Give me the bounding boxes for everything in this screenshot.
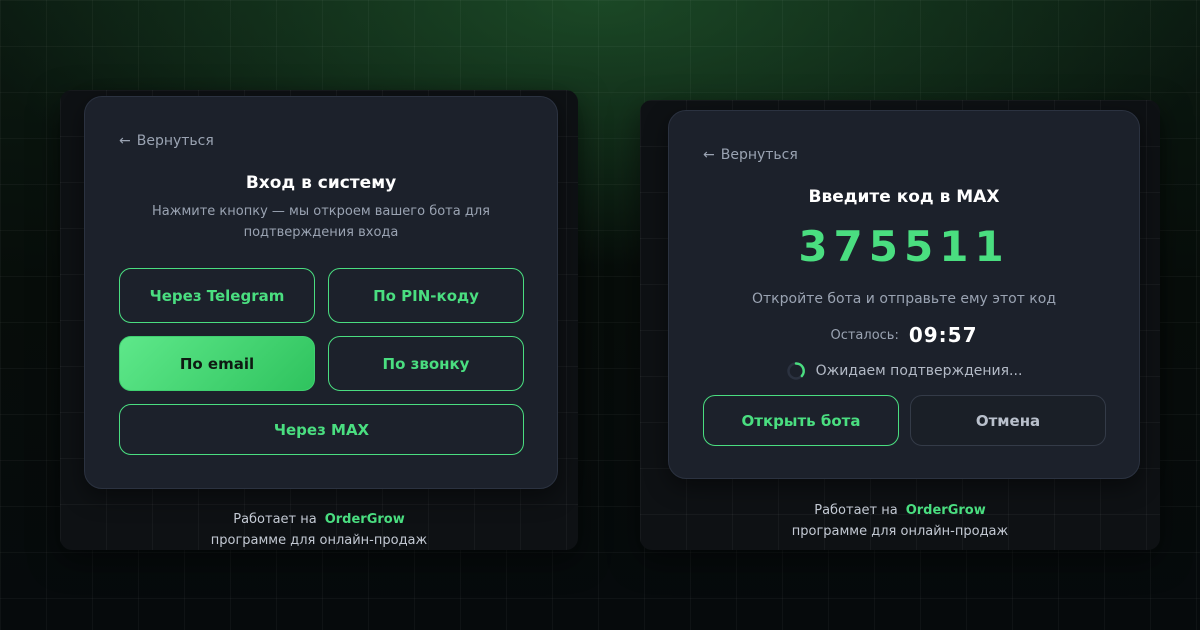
verify-instruction: Откройте бота и отправьте ему этот код (751, 291, 1056, 307)
verify-card: ← Вернуться Введите код в MAX 375511 Отк… (668, 110, 1140, 479)
back-link[interactable]: ← Вернуться (703, 147, 798, 163)
cancel-button[interactable]: Отмена (910, 395, 1106, 446)
arrow-left-icon: ← (703, 147, 715, 163)
waiting-row: Ожидаем подтверждения... (669, 361, 1139, 381)
back-link[interactable]: ← Вернуться (119, 133, 214, 149)
powered-prefix: Работает на (233, 512, 317, 527)
verification-code: 375511 (798, 222, 1010, 271)
max-login-button[interactable]: Через MAX (119, 404, 524, 455)
footer-tagline: программе для онлайн-продаж (791, 524, 1009, 539)
powered-by-line: Работает на OrderGrow (640, 500, 1160, 521)
login-subtitle-line2: подтверждения входа (243, 225, 399, 240)
right-footer: Работает на OrderGrow программе для онлай… (640, 500, 1160, 542)
call-login-button[interactable]: По звонку (328, 336, 524, 391)
back-label: Вернуться (136, 133, 214, 149)
back-label: Вернуться (720, 147, 798, 163)
timer-row: Осталось: 09:57 (669, 323, 1139, 347)
powered-prefix: Работает на (814, 503, 898, 518)
login-title: Вход в систему (245, 173, 397, 193)
pin-login-button[interactable]: По PIN-коду (328, 268, 524, 323)
login-subtitle-line1: Нажмите кнопку — мы откроем вашего бота … (152, 204, 490, 219)
spinner-icon (786, 362, 805, 380)
arrow-left-icon: ← (119, 133, 131, 149)
waiting-text: Ожидаем подтверждения... (815, 363, 1023, 379)
brand-link[interactable]: OrderGrow (906, 503, 986, 518)
brand-link[interactable]: OrderGrow (325, 512, 405, 527)
telegram-login-button[interactable]: Через Telegram (119, 268, 315, 323)
remaining-label: Осталось: (830, 327, 899, 343)
footer-tagline: программе для онлайн-продаж (210, 533, 428, 548)
open-bot-button[interactable]: Открыть бота (703, 395, 899, 446)
email-login-button[interactable]: По email (119, 336, 315, 391)
powered-by-line: Работает на OrderGrow (60, 509, 578, 530)
countdown-timer: 09:57 (908, 323, 978, 347)
left-footer: Работает на OrderGrow программе для онлай… (60, 509, 578, 551)
verify-title: Введите код в MAX (808, 187, 1000, 207)
login-card: ← Вернуться Вход в систему Нажмите кнопк… (84, 96, 558, 489)
